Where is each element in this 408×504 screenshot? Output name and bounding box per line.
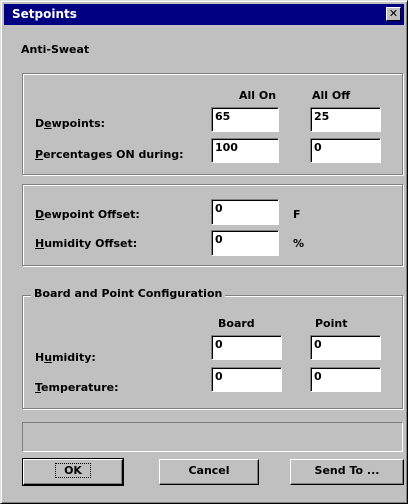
close-button[interactable]: ✕	[386, 7, 401, 21]
percentages-all-on-input[interactable]	[212, 139, 275, 154]
humidity-offset-input[interactable]	[212, 231, 275, 246]
temperature-point-input[interactable]	[311, 368, 377, 383]
percentages-all-off-input[interactable]	[311, 139, 377, 154]
send-to-button[interactable]: Send To ...	[290, 459, 404, 485]
temperature-label-part: emperature:	[41, 381, 119, 394]
col-header-all-off: All Off	[312, 89, 351, 102]
dewpoints-label-part: D	[35, 117, 45, 130]
percentages-label: Percentages ON during:	[35, 148, 184, 161]
status-bar	[22, 422, 403, 452]
dewpoints-all-on-input[interactable]	[212, 108, 275, 123]
humidity-offset-label: Humidity Offset:	[35, 237, 137, 250]
col-header-point: Point	[315, 317, 348, 330]
temperature-board-input[interactable]	[212, 368, 278, 383]
humidity-board-field[interactable]	[211, 335, 282, 360]
col-header-all-on: All On	[239, 89, 277, 102]
cancel-button[interactable]: Cancel	[159, 459, 259, 485]
send-to-button-label: Send To ...	[314, 464, 380, 477]
percentages-label-part: ercentages ON during:	[43, 148, 184, 161]
humidity-label-hotkey: u	[44, 351, 53, 364]
temperature-board-field[interactable]	[211, 367, 282, 392]
dewpoints-label: Dewpoints:	[35, 117, 105, 130]
ok-button[interactable]: OK	[22, 458, 124, 486]
percentages-all-on-field[interactable]	[211, 138, 279, 163]
humidity-offset-field[interactable]	[211, 230, 279, 256]
humidity-label: Humidity:	[35, 351, 96, 364]
cancel-button-label: Cancel	[188, 464, 230, 477]
section-title-anti-sweat: Anti-Sweat	[21, 43, 90, 56]
dewpoints-all-off-field[interactable]	[310, 107, 381, 132]
humidity-offset-label-part: umidity Offset:	[44, 237, 138, 250]
dewpoint-offset-label-part: ewpoint Offset:	[44, 208, 140, 221]
humidity-label-part: midity:	[52, 351, 96, 364]
temperature-label: Temperature:	[35, 381, 119, 394]
dewpoint-offset-field[interactable]	[211, 199, 279, 225]
dewpoints-label-part: wpoints:	[51, 117, 106, 130]
dewpoint-offset-label-hotkey: D	[35, 208, 45, 221]
dewpoint-offset-label: Dewpoint Offset:	[35, 208, 140, 221]
col-header-board: Board	[218, 317, 255, 330]
dewpoint-offset-unit: F	[293, 208, 301, 221]
temperature-point-field[interactable]	[310, 367, 381, 392]
window-title: Setpoints	[12, 7, 77, 21]
dewpoints-label-hotkey: e	[44, 117, 52, 130]
title-bar[interactable]: Setpoints ✕	[4, 4, 404, 25]
board-point-group-title: Board and Point Configuration	[31, 287, 226, 300]
setpoints-dialog: Setpoints ✕ Anti-Sweat All On All Off De…	[0, 0, 408, 504]
percentages-label-hotkey: P	[35, 148, 44, 161]
humidity-point-input[interactable]	[311, 336, 377, 351]
humidity-board-input[interactable]	[212, 336, 278, 351]
ok-button-label: OK	[55, 463, 91, 478]
dewpoints-all-on-field[interactable]	[211, 107, 279, 132]
percentages-all-off-field[interactable]	[310, 138, 381, 163]
dewpoints-all-off-input[interactable]	[311, 108, 377, 123]
humidity-point-field[interactable]	[310, 335, 381, 360]
dewpoint-offset-input[interactable]	[212, 200, 275, 215]
humidity-offset-unit: %	[293, 237, 305, 250]
close-icon: ✕	[388, 7, 399, 20]
humidity-label-part: H	[35, 351, 45, 364]
humidity-offset-label-hotkey: H	[35, 237, 45, 250]
